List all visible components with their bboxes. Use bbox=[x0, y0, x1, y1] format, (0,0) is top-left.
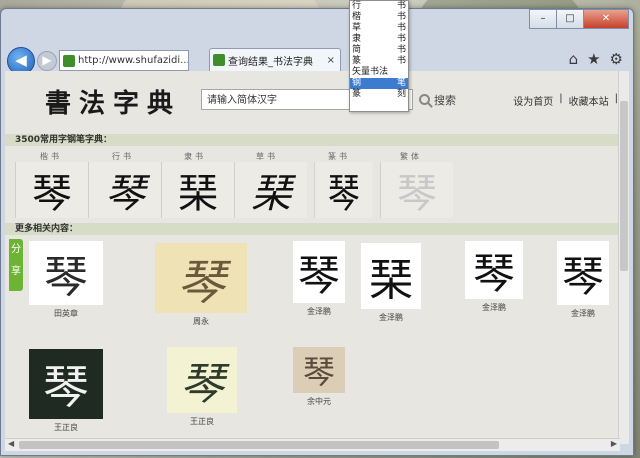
glyph-lishu[interactable]: 琹 bbox=[161, 162, 234, 218]
dropdown-item-text: 书 bbox=[396, 34, 406, 44]
tab-close-icon[interactable]: × bbox=[327, 55, 335, 66]
site-logo[interactable]: 書法字典 bbox=[45, 83, 181, 120]
sample-card[interactable]: 琹 金泽鹏 bbox=[361, 243, 421, 323]
sample-card[interactable]: 琴 金泽鹏 bbox=[557, 241, 609, 319]
dropdown-item-selected[interactable]: 钢笔 bbox=[350, 78, 408, 89]
dropdown-item-text: 矢量书法 bbox=[352, 67, 389, 77]
top-links: 设为首页 | 收藏本站 | bbox=[513, 93, 618, 108]
page-content: 書法字典 请输入简体汉字 搜索 设为首页 | 收藏本站 | 3500常用字钢笔字… bbox=[5, 71, 620, 444]
dropdown-item[interactable]: 篆刻 bbox=[350, 89, 408, 100]
sample-author: 周永 bbox=[193, 317, 209, 326]
tab-current[interactable]: 查询结果_书法字典 × bbox=[209, 48, 341, 71]
sample-card[interactable]: 琴 余中元 bbox=[293, 347, 345, 407]
dropdown-item-text: 草 bbox=[352, 23, 362, 33]
dropdown-item-text: 篆 bbox=[352, 56, 362, 66]
dropdown-item-text: 篆 bbox=[352, 89, 362, 99]
dropdown-item[interactable]: 隶书 bbox=[350, 34, 408, 45]
sample-card[interactable]: 琴 金泽鹏 bbox=[465, 241, 523, 313]
vertical-scrollbar[interactable] bbox=[618, 71, 629, 444]
dropdown-item-text: 刻 bbox=[396, 89, 406, 99]
dropdown-item[interactable]: 矢量书法 bbox=[350, 67, 408, 78]
maximize-button[interactable]: □ bbox=[556, 9, 584, 29]
dropdown-item-text: 书 bbox=[396, 1, 406, 11]
sample-image: 琴 bbox=[557, 241, 609, 305]
dropdown-item-text: 钢 bbox=[352, 78, 362, 88]
sample-image: 琴 bbox=[29, 241, 103, 305]
dropdown-item-text: 书 bbox=[396, 12, 406, 22]
section-common-chars: 3500常用字钢笔字典： bbox=[5, 134, 620, 146]
set-homepage-link[interactable]: 设为首页 bbox=[513, 93, 553, 108]
site-header: 書法字典 请输入简体汉字 搜索 设为首页 | 收藏本站 | bbox=[5, 71, 620, 129]
dropdown-item-text: 楷 bbox=[352, 12, 362, 22]
style-labels: 楷书 行书 隶书 草书 篆书 繁体 bbox=[15, 151, 447, 162]
sample-author: 余中元 bbox=[307, 397, 331, 406]
glyph-kaishu[interactable]: 琴 bbox=[15, 162, 88, 218]
dropdown-item-text: 隶 bbox=[352, 34, 362, 44]
favorites-star-icon[interactable]: ★ bbox=[587, 50, 600, 68]
dropdown-item[interactable]: 楷书 bbox=[350, 12, 408, 23]
dropdown-item-text: 行 bbox=[352, 1, 362, 11]
scroll-left-icon[interactable]: ◀ bbox=[8, 439, 14, 448]
close-button[interactable]: ✕ bbox=[583, 9, 629, 29]
horizontal-scrollbar[interactable]: ◀ ▶ bbox=[5, 438, 620, 451]
sample-author: 金泽鹏 bbox=[571, 309, 595, 318]
dropdown-item-text: 书 bbox=[396, 56, 406, 66]
sample-image: 琹 bbox=[361, 243, 421, 309]
dropdown-item[interactable]: 篆书 bbox=[350, 56, 408, 67]
sample-card[interactable]: 琴 王正良 bbox=[167, 347, 237, 427]
home-icon[interactable]: ⌂ bbox=[569, 50, 579, 68]
glyph-fanti[interactable]: 琴 bbox=[380, 162, 453, 218]
window-controls: – □ ✕ bbox=[529, 9, 629, 29]
horizontal-scroll-thumb[interactable] bbox=[19, 441, 499, 449]
tab-title: 查询结果_书法字典 bbox=[228, 56, 313, 68]
sample-image: 琴 bbox=[167, 347, 237, 413]
sample-author: 王正良 bbox=[54, 423, 78, 432]
glyph-zhuanshu[interactable]: 琴 bbox=[314, 162, 373, 218]
search-button[interactable]: 搜索 bbox=[419, 89, 467, 110]
dropdown-item[interactable]: 行书 bbox=[350, 1, 408, 12]
glyph-row: 琴 琴 琹 琹 琴 琴 bbox=[15, 162, 453, 218]
navigation-bar: ◀ ▶ http://www.shufazidi... ⚲ ↻ 查询结果_书法字… bbox=[1, 45, 633, 75]
sample-author: 田英章 bbox=[54, 309, 78, 318]
sample-author: 金泽鹏 bbox=[379, 313, 403, 322]
address-url: http://www.shufazidi... bbox=[78, 55, 189, 66]
glyph-xingshu[interactable]: 琴 bbox=[88, 162, 161, 218]
magnifier-icon bbox=[419, 94, 430, 105]
sample-card[interactable]: 琴 王正良 bbox=[29, 349, 103, 433]
browser-window: – □ ✕ ◀ ▶ http://www.shufazidi... ⚲ ↻ 查询… bbox=[0, 8, 634, 456]
style-dropdown-menu: 行书 楷书 草书 隶书 简书 篆书 矢量书法 钢笔 篆刻 bbox=[349, 0, 409, 112]
dropdown-item[interactable]: 简书 bbox=[350, 45, 408, 56]
vertical-scroll-thumb[interactable] bbox=[620, 101, 628, 271]
settings-gear-icon[interactable]: ⚙ bbox=[610, 50, 623, 68]
sample-image: 琴 bbox=[155, 243, 247, 313]
sample-image: 琴 bbox=[465, 241, 523, 299]
sample-card[interactable]: 琴 金泽鹏 bbox=[293, 241, 345, 317]
bookmark-link[interactable]: 收藏本站 bbox=[569, 93, 609, 108]
dropdown-item-text: 书 bbox=[396, 45, 406, 55]
link-divider: | bbox=[559, 93, 563, 104]
sample-image: 琴 bbox=[293, 347, 345, 393]
glyph-caoshu[interactable]: 琹 bbox=[234, 162, 307, 218]
address-bar[interactable]: http://www.shufazidi... ⚲ ↻ bbox=[59, 50, 189, 71]
sample-image: 琴 bbox=[293, 241, 345, 303]
minimize-button[interactable]: – bbox=[529, 9, 557, 29]
scroll-right-icon[interactable]: ▶ bbox=[611, 439, 617, 448]
dropdown-item-text: 简 bbox=[352, 45, 362, 55]
sample-author: 金泽鹏 bbox=[307, 307, 331, 316]
dropdown-item-text: 笔 bbox=[396, 78, 406, 88]
share-button[interactable]: 分享 bbox=[9, 239, 23, 291]
dropdown-item[interactable]: 草书 bbox=[350, 23, 408, 34]
sample-author: 王正良 bbox=[190, 417, 214, 426]
toolbar-icons: ⌂ ★ ⚙ bbox=[569, 50, 623, 68]
section-more: 更多相关内容： bbox=[5, 223, 620, 235]
search-button-label: 搜索 bbox=[434, 93, 456, 107]
site-favicon bbox=[63, 54, 75, 67]
sample-card[interactable]: 琴 周永 bbox=[155, 243, 247, 327]
sample-card[interactable]: 琴 田英章 bbox=[29, 241, 103, 319]
sample-image: 琴 bbox=[29, 349, 103, 419]
tab-favicon bbox=[213, 54, 225, 66]
forward-button[interactable]: ▶ bbox=[37, 51, 57, 71]
dropdown-item-text: 书 bbox=[396, 23, 406, 33]
sample-author: 金泽鹏 bbox=[482, 303, 506, 312]
